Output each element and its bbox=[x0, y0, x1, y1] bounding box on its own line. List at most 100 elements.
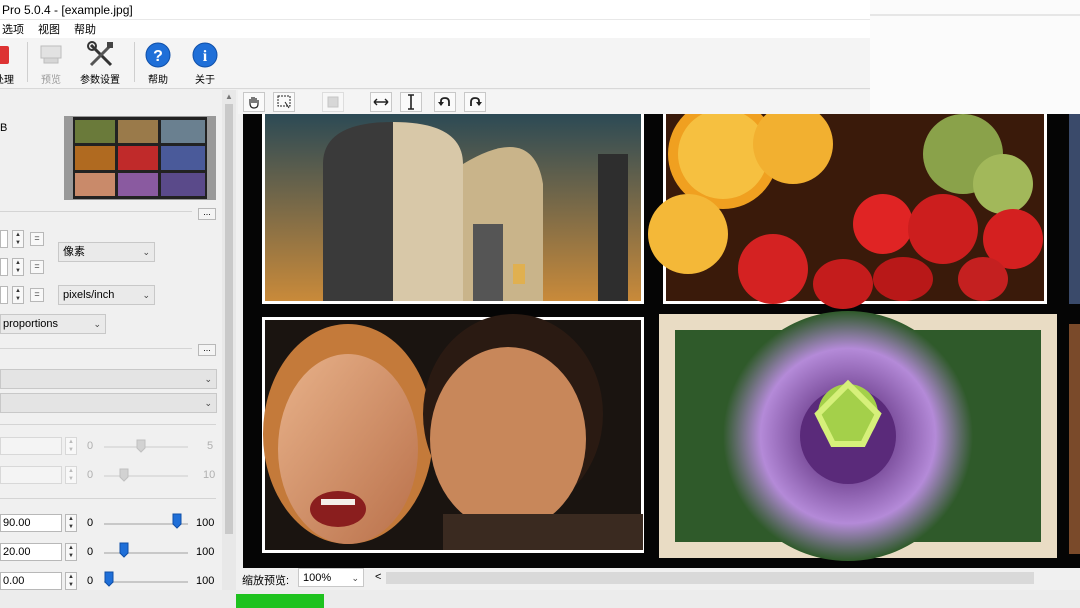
more-options-button[interactable]: ... bbox=[198, 208, 216, 220]
settings-scrollbar[interactable]: ▲ bbox=[222, 90, 236, 608]
rotate-left-icon[interactable] bbox=[434, 92, 456, 112]
main-toolbar: 处理 预览 参数设置 ? 帮助 bbox=[0, 38, 870, 89]
about-label: 关于 bbox=[195, 75, 215, 86]
resolution-spinner[interactable]: ▲ ▼ bbox=[12, 286, 24, 304]
noise-max: 100 bbox=[196, 575, 215, 587]
radius-field[interactable] bbox=[0, 466, 62, 484]
divider bbox=[0, 424, 216, 425]
sharpness-spinner[interactable]: ▲ ▼ bbox=[65, 543, 77, 561]
strength-spinner[interactable]: ▲ ▼ bbox=[65, 437, 77, 455]
height-spinner[interactable]: ▲ ▼ bbox=[12, 258, 24, 276]
strength-max: 5 bbox=[207, 440, 214, 452]
chevron-down-icon: ⌄ bbox=[351, 573, 359, 583]
preview-button[interactable]: 预览 bbox=[34, 38, 68, 88]
resolution-field[interactable] bbox=[0, 286, 8, 304]
noise-min: 0 bbox=[87, 575, 94, 587]
scroll-left-icon[interactable]: < bbox=[375, 571, 381, 583]
zoom-select-icon[interactable] bbox=[273, 92, 295, 112]
photo-observatory bbox=[262, 114, 644, 304]
preview-toolbar bbox=[238, 90, 870, 114]
rotate-right-icon[interactable] bbox=[464, 92, 486, 112]
strength-slider-thumb[interactable] bbox=[136, 439, 146, 453]
menu-options[interactable]: 选项 bbox=[2, 21, 24, 37]
sharpness-slider-track[interactable] bbox=[104, 552, 188, 554]
process-label: 处理 bbox=[0, 75, 14, 86]
width-field[interactable] bbox=[0, 230, 8, 248]
photo-fruit bbox=[648, 114, 1047, 309]
strength-slider-track[interactable] bbox=[104, 446, 188, 448]
menu-help[interactable]: 帮助 bbox=[74, 21, 96, 37]
toolbar-separator bbox=[27, 42, 28, 82]
fit-height-icon[interactable] bbox=[400, 92, 422, 112]
height-field[interactable] bbox=[0, 258, 8, 276]
toolbar-separator bbox=[134, 42, 135, 82]
quality-slider-thumb[interactable] bbox=[172, 513, 182, 529]
progress-bar bbox=[236, 594, 324, 608]
app-window: Pro 5.0.4 - [example.jpg] 选项 视图 帮助 处理 预览 bbox=[0, 0, 1080, 608]
quality-spinner[interactable]: ▲ ▼ bbox=[65, 514, 77, 532]
strength-field[interactable] bbox=[0, 437, 62, 455]
quality-field[interactable]: 90.00 bbox=[0, 514, 62, 532]
divider bbox=[0, 498, 216, 499]
scroll-up-icon[interactable]: ▲ bbox=[224, 92, 234, 102]
preview-icon bbox=[37, 41, 65, 69]
sharpness-slider-thumb[interactable] bbox=[119, 542, 129, 558]
about-button[interactable]: i 关于 bbox=[188, 38, 222, 88]
preview-hscrollbar[interactable] bbox=[386, 572, 1034, 584]
noise-slider-track[interactable] bbox=[104, 581, 188, 583]
window-title: Pro 5.0.4 - [example.jpg] bbox=[0, 0, 870, 20]
svg-text:i: i bbox=[203, 48, 208, 65]
settings-button[interactable]: 参数设置 bbox=[74, 38, 126, 88]
crop-icon[interactable] bbox=[322, 92, 344, 112]
hand-icon[interactable] bbox=[243, 92, 265, 112]
fit-width-icon[interactable] bbox=[370, 92, 392, 112]
radius-spinner[interactable]: ▲ ▼ bbox=[65, 466, 77, 484]
resolution-unit-select[interactable]: pixels/inch ⌄ bbox=[58, 285, 155, 305]
width-spinner[interactable]: ▲ ▼ bbox=[12, 230, 24, 248]
divider bbox=[0, 211, 192, 212]
noise-spinner[interactable]: ▲ ▼ bbox=[65, 572, 77, 590]
bottom-strip bbox=[0, 590, 1080, 608]
noise-slider-thumb[interactable] bbox=[104, 571, 114, 587]
settings-icon bbox=[86, 41, 114, 69]
radius-slider-track[interactable] bbox=[104, 475, 188, 477]
radius-max: 10 bbox=[203, 469, 216, 481]
width-link-button[interactable]: = bbox=[30, 232, 44, 246]
unit-select[interactable]: 像素 ⌄ bbox=[58, 242, 155, 262]
menu-bar: 选项 视图 帮助 bbox=[0, 20, 870, 38]
help-label: 帮助 bbox=[148, 75, 168, 86]
menu-view[interactable]: 视图 bbox=[38, 21, 60, 37]
svg-text:?: ? bbox=[153, 48, 163, 65]
proportion-select-value: proportions bbox=[3, 318, 59, 330]
more-options-button[interactable]: ... bbox=[198, 344, 216, 356]
process-button[interactable]: 处理 bbox=[0, 38, 16, 88]
height-link-button[interactable]: = bbox=[30, 260, 44, 274]
filter-mode-select[interactable]: ⌄ bbox=[0, 393, 217, 413]
noise-field[interactable]: 0.00 bbox=[0, 572, 62, 590]
strength-min: 0 bbox=[87, 440, 94, 452]
resolution-link-button[interactable]: = bbox=[30, 288, 44, 302]
scrollbar-thumb[interactable] bbox=[225, 104, 233, 534]
radius-slider-thumb[interactable] bbox=[119, 468, 129, 482]
overlay-panel bbox=[870, 0, 1080, 124]
help-button[interactable]: ? 帮助 bbox=[141, 38, 175, 88]
photo-flower bbox=[659, 311, 1057, 561]
photo-couple bbox=[262, 314, 644, 553]
zoom-select[interactable]: 100% ⌄ bbox=[298, 568, 364, 587]
zoom-select-value: 100% bbox=[303, 572, 332, 584]
sharpness-field[interactable]: 20.00 bbox=[0, 543, 62, 561]
sharpness-min: 0 bbox=[87, 546, 94, 558]
proportion-select[interactable]: proportions ⌄ bbox=[0, 314, 106, 334]
chevron-down-icon: ⌄ bbox=[142, 290, 150, 300]
resolution-unit-value: pixels/inch bbox=[63, 289, 115, 301]
radius-min: 0 bbox=[87, 469, 94, 481]
chevron-down-icon: ⌄ bbox=[204, 374, 212, 384]
image-preview[interactable] bbox=[243, 114, 1080, 568]
zoom-label: 缩放预览: bbox=[242, 575, 290, 587]
help-icon: ? bbox=[144, 41, 172, 69]
quality-min: 0 bbox=[87, 517, 94, 529]
filter-select[interactable]: ⌄ bbox=[0, 369, 217, 389]
process-icon bbox=[0, 41, 18, 69]
unit-select-value: 像素 bbox=[63, 246, 85, 258]
chevron-down-icon: ⌄ bbox=[142, 247, 150, 257]
